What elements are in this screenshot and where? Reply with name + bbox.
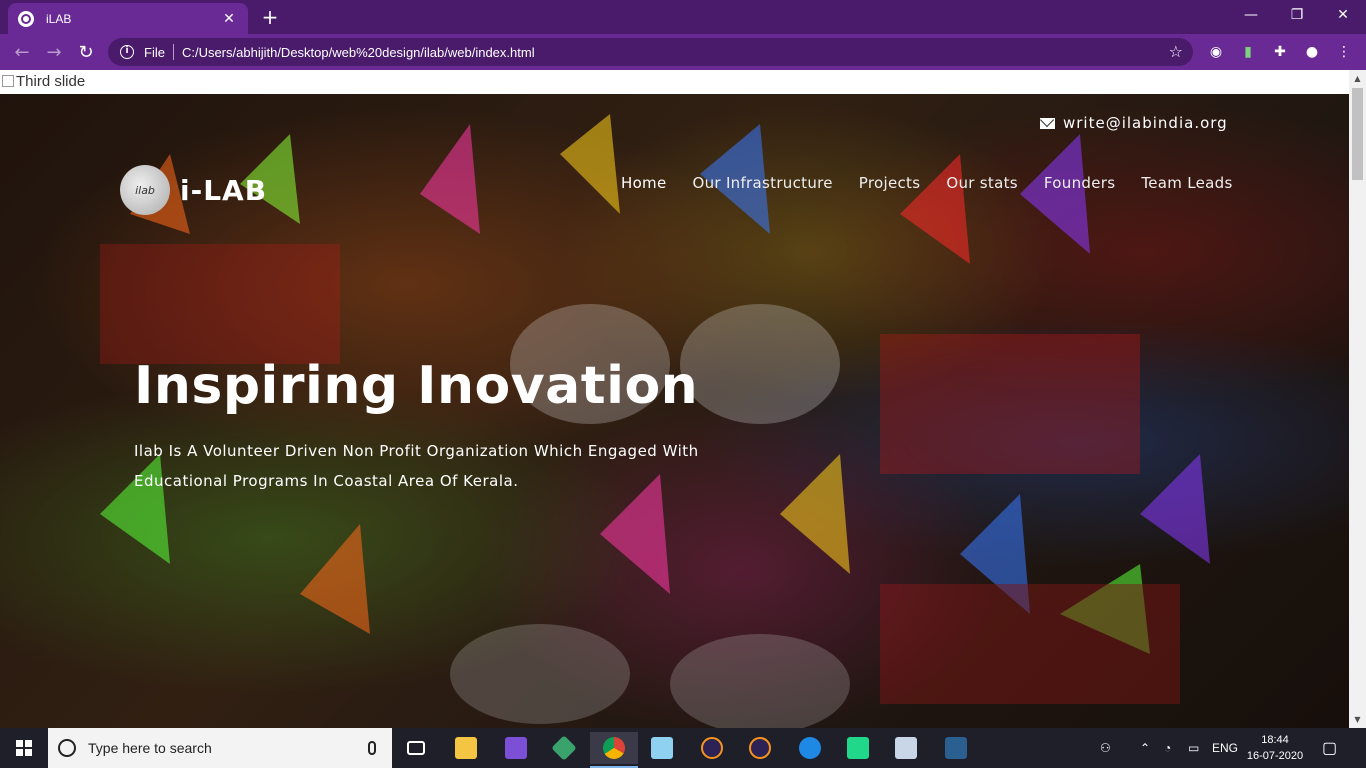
scrollbar-thumb[interactable]	[1352, 88, 1363, 180]
close-tab-icon[interactable]: ✕	[220, 11, 238, 27]
globe-icon	[18, 10, 34, 27]
chrome-icon[interactable]	[590, 732, 638, 768]
browser-tab[interactable]: iLAB ✕	[8, 3, 248, 34]
restore-button[interactable]: ❐	[1274, 0, 1320, 30]
search-input[interactable]: Type here to search	[88, 740, 368, 756]
hero-overlay: write@ilabindia.org ilab i-LAB Home Our …	[0, 94, 1349, 728]
notes-app-icon[interactable]	[642, 732, 682, 764]
page-viewport: Third slide write@ilabindia.org ilab i-L…	[0, 70, 1349, 728]
logo-badge: ilab	[120, 165, 170, 215]
visual-studio-icon[interactable]	[496, 732, 536, 764]
show-hidden-icons-chevron-icon[interactable]: ⌃	[1140, 728, 1150, 768]
nav-item-team-leads[interactable]: Team Leads	[1141, 174, 1232, 192]
minimize-button[interactable]: —	[1228, 0, 1274, 30]
menu-dots-icon[interactable]: ⋮	[1334, 42, 1354, 62]
windows-icon	[16, 740, 32, 756]
cortana-icon	[58, 739, 76, 757]
task-view-icon[interactable]	[396, 732, 436, 764]
vertical-scrollbar[interactable]: ▲ ▼	[1349, 70, 1366, 728]
eclipse-icon[interactable]	[692, 732, 732, 764]
taskbar-search[interactable]: Type here to search	[48, 728, 392, 768]
code-editor-icon[interactable]	[886, 732, 926, 764]
bookmark-star-icon[interactable]: ☆	[1169, 42, 1183, 61]
profile-avatar-icon[interactable]: ●	[1302, 42, 1322, 62]
url-text[interactable]: C:/Users/abhijith/Desktop/web%20design/i…	[182, 45, 535, 60]
extension-doc-icon[interactable]: ▮	[1238, 42, 1258, 62]
reload-button[interactable]: ↻	[74, 40, 98, 64]
scheme-label: File	[144, 44, 165, 60]
nav-item-our-infrastructure[interactable]: Our Infrastructure	[693, 174, 833, 192]
notification-icon[interactable]: ▢	[1322, 728, 1337, 768]
broken-image-alt: Third slide	[16, 73, 86, 90]
puzzle-icon[interactable]: ✚	[1270, 42, 1290, 62]
extension-circle-icon[interactable]: ◉	[1206, 42, 1226, 62]
broken-image-icon	[2, 75, 14, 87]
edge-icon[interactable]	[790, 732, 830, 764]
separator	[172, 44, 174, 60]
back-button[interactable]: ←	[10, 40, 34, 64]
nav-item-our-stats[interactable]: Our stats	[946, 174, 1018, 192]
close-window-button[interactable]: ✕	[1320, 0, 1366, 30]
forward-button[interactable]: →	[42, 40, 66, 64]
scroll-up-icon[interactable]: ▲	[1349, 70, 1366, 87]
taskbar-clock[interactable]: 18:44 16-07-2020	[1244, 732, 1306, 764]
info-icon[interactable]: i	[120, 45, 134, 59]
clock-date: 16-07-2020	[1246, 750, 1304, 762]
main-nav: Home Our Infrastructure Projects Our sta…	[621, 174, 1259, 192]
taskbar: Type here to search ⚇ ⌃ ◔ ▭ ENG 18:44 16…	[0, 728, 1366, 768]
people-icon[interactable]: ⚇	[1100, 728, 1111, 768]
wifi-icon[interactable]: ◔	[1164, 728, 1171, 768]
hero-tagline: Ilab Is A Volunteer Driven Non Profit Or…	[134, 442, 699, 490]
scroll-down-icon[interactable]: ▼	[1349, 711, 1366, 728]
file-explorer-icon[interactable]	[446, 732, 486, 764]
address-toolbar: ← → ↻ i File C:/Users/abhijith/Desktop/w…	[0, 34, 1366, 70]
site-logo[interactable]: ilab i-LAB	[120, 165, 267, 215]
browser-tab-bar: iLAB ✕ + — ❐ ✕	[0, 0, 1366, 34]
battery-icon[interactable]: ▭	[1188, 728, 1199, 768]
hero-headline: Inspiring Inovation	[134, 356, 699, 416]
tab-title: iLAB	[46, 11, 72, 26]
language-indicator[interactable]: ENG	[1212, 728, 1238, 768]
nav-item-projects[interactable]: Projects	[859, 174, 921, 192]
email-text: write@ilabindia.org	[1063, 114, 1228, 132]
logo-mark: ilab	[135, 183, 155, 197]
nav-item-home[interactable]: Home	[621, 174, 667, 192]
address-bar[interactable]: i File C:/Users/abhijith/Desktop/web%20d…	[108, 38, 1193, 66]
microphone-icon[interactable]	[368, 741, 376, 755]
nav-item-founders[interactable]: Founders	[1044, 174, 1115, 192]
eclipse-alt-icon[interactable]	[740, 732, 780, 764]
clock-time: 18:44	[1261, 734, 1289, 746]
git-kraken-icon[interactable]	[544, 732, 584, 764]
new-tab-button[interactable]: +	[258, 6, 282, 28]
database-tool-icon[interactable]	[936, 732, 976, 764]
broken-image: Third slide	[0, 70, 1349, 94]
pycharm-icon[interactable]	[838, 732, 878, 764]
envelope-icon	[1040, 117, 1055, 129]
start-button[interactable]	[0, 728, 48, 768]
hero-carousel: write@ilabindia.org ilab i-LAB Home Our …	[0, 94, 1349, 728]
contact-email[interactable]: write@ilabindia.org	[1040, 114, 1228, 132]
logo-text: i-LAB	[180, 173, 268, 207]
